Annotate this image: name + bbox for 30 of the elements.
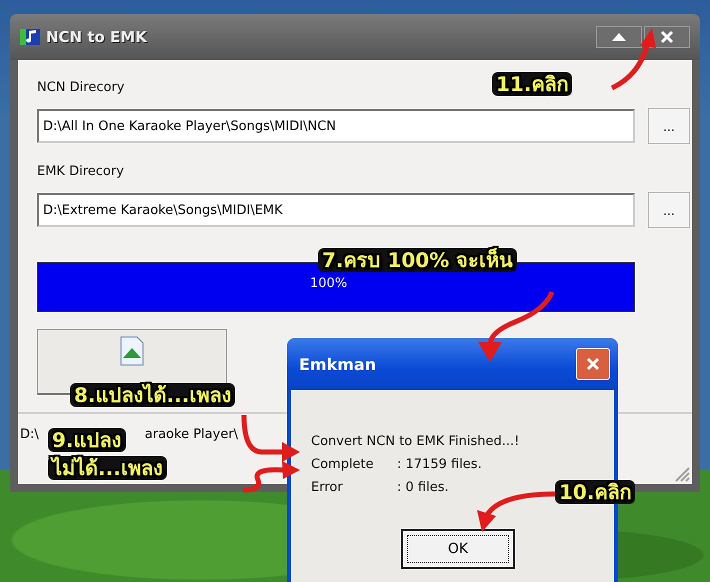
- field-label: EMK Direcory: [37, 164, 124, 181]
- close-icon: [660, 30, 674, 44]
- browse-button[interactable]: ...: [648, 108, 690, 144]
- file-icon: [119, 336, 145, 366]
- result-value: : 17159 files.: [397, 456, 482, 474]
- music-note-icon: [20, 27, 40, 47]
- status-text: D:\: [20, 426, 39, 442]
- ok-button[interactable]: OK: [401, 529, 515, 569]
- annotation-text: 8.แปลงได้...เพลง: [70, 383, 236, 407]
- annotation-text: ไม่ได้...เพลง: [48, 456, 167, 480]
- triangle-icon: [612, 33, 626, 41]
- progress-reading: 100%: [310, 276, 348, 291]
- maximize-button[interactable]: [596, 26, 642, 48]
- result-value: : 0 files.: [397, 479, 449, 497]
- annotation-text: 7.ครบ 100% จะเห็น: [318, 248, 518, 272]
- dialog-message: Convert NCN to EMK Finished...!: [311, 433, 520, 451]
- arrow: [610, 28, 656, 90]
- window-title: NCN to EMK: [46, 28, 148, 46]
- close-icon: [585, 356, 601, 372]
- browse-button[interactable]: ...: [648, 192, 690, 228]
- annotation-text: 10.คลิก: [555, 480, 636, 504]
- field-label: NCN Direcory: [37, 80, 124, 97]
- annotation-text: 11.คลิก: [492, 72, 572, 96]
- dialog-title: Emkman: [299, 354, 376, 374]
- annotation-text: 9.แปลง: [48, 428, 126, 452]
- result-label: Error: [311, 479, 344, 497]
- directory-field[interactable]: D:\Extreme Karaoke\Songs\MIDI\EMK: [37, 193, 635, 227]
- directory-field[interactable]: D:\All In One Karaoke Player\Songs\MIDI\NCN: [37, 109, 635, 143]
- status-text: araoke Player\: [144, 426, 238, 442]
- result-label: Complete: [311, 456, 375, 474]
